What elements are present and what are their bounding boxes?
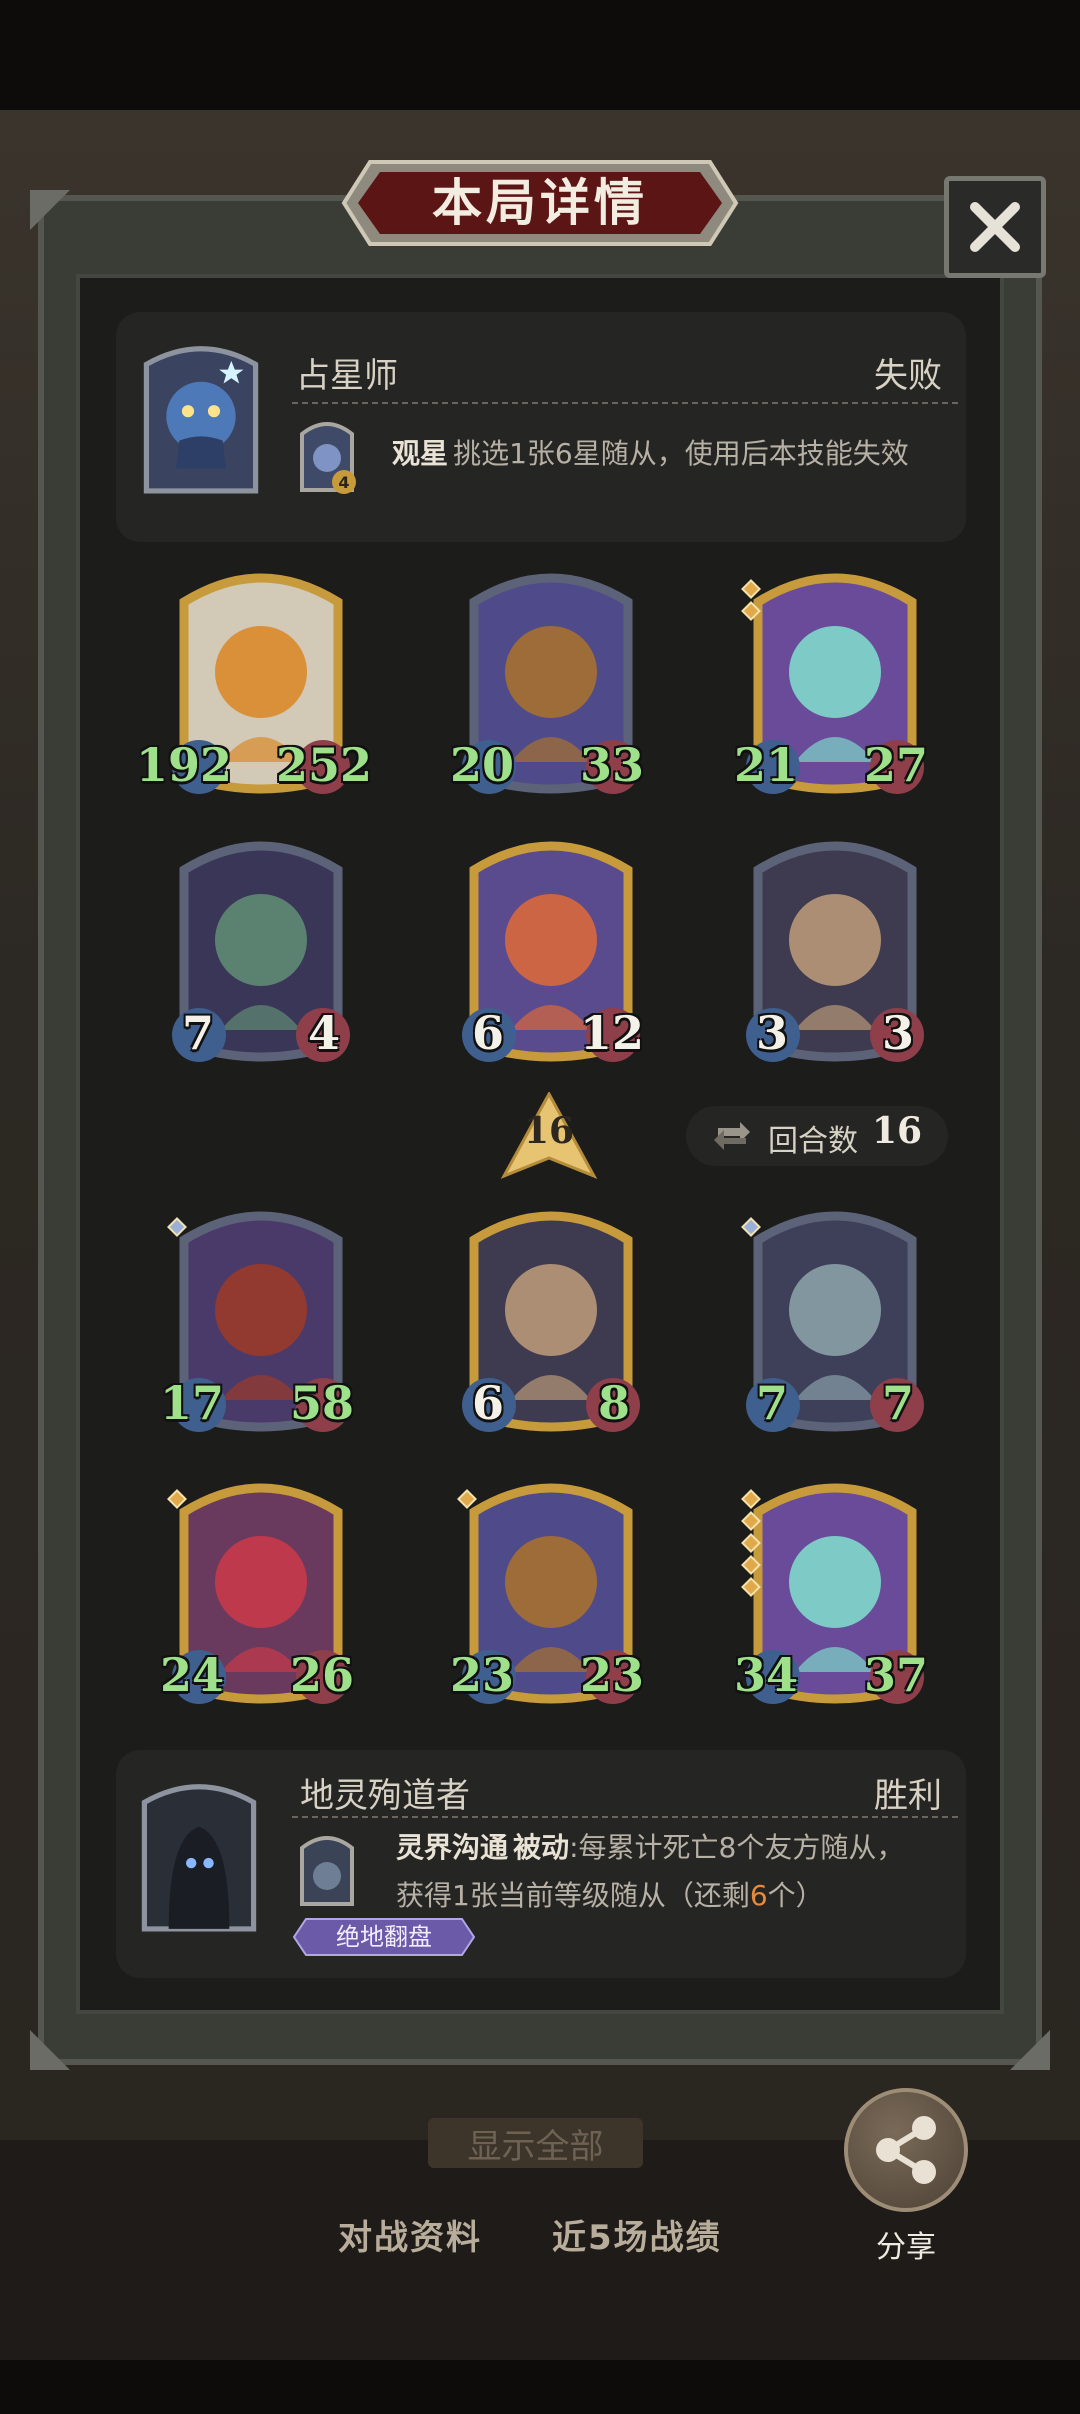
health-value: 58 <box>290 1376 355 1430</box>
round-icon <box>714 1122 750 1150</box>
attack-value: 17 <box>160 1376 225 1430</box>
minion-card-rocket-scrap[interactable]: 68 <box>456 1200 646 1440</box>
top-bar <box>0 0 1080 110</box>
minion-card-rocket-scrap[interactable]: 33 <box>740 830 930 1070</box>
share-icon <box>876 2116 936 2184</box>
minion-card-pumpkin-mummy[interactable]: 192 252 <box>136 562 372 802</box>
comeback-badge: 绝地翻盘 <box>336 1923 432 1951</box>
attack-value: 7 <box>182 1006 215 1060</box>
attack-value: 20 <box>450 738 515 792</box>
modal-title: 本局详情 <box>432 174 648 232</box>
health-value: 33 <box>580 738 645 792</box>
minion-card-horned-elf[interactable]: 74 <box>166 830 356 1070</box>
skill-icon[interactable] <box>296 1828 358 1910</box>
opponent-result: 失败 <box>874 356 942 396</box>
minion-card-hooded-assassin[interactable]: 17 58 <box>160 1200 356 1440</box>
title-banner: 本局详情 <box>340 158 740 248</box>
winner-avatar[interactable] <box>134 1772 264 1942</box>
minion-card-singing-siren[interactable]: 6 12 <box>456 830 646 1070</box>
health-value: 26 <box>290 1648 355 1702</box>
divider <box>292 1816 958 1818</box>
attack-value: 24 <box>160 1648 225 1702</box>
round-label: 回合数 <box>768 1124 858 1159</box>
skill-desc-text: 个） <box>767 1879 824 1912</box>
health-value: 23 <box>580 1648 645 1702</box>
attack-value: 23 <box>450 1648 515 1702</box>
health-value: 4 <box>308 1006 341 1060</box>
health-value: 37 <box>864 1648 929 1702</box>
minion-card-spirit-ogre[interactable]: 21 27 <box>734 562 930 802</box>
health-value: 8 <box>598 1376 631 1430</box>
winner-result: 胜利 <box>874 1776 942 1816</box>
minion-card-pumpkin-knight[interactable]: 20 33 <box>450 562 646 802</box>
attack-value: 6 <box>472 1006 505 1060</box>
health-value: 7 <box>882 1376 915 1430</box>
skill-icon[interactable]: 4 <box>296 414 358 496</box>
attack-value: 3 <box>756 1006 789 1060</box>
skill-desc-text: 挑选1张6星随从，使用后本技能失效 <box>453 437 909 470</box>
close-button[interactable] <box>944 176 1046 278</box>
skill-description: 观星 挑选1张6星随从，使用后本技能失效 <box>392 432 952 480</box>
passive-label: 被动 <box>513 1831 570 1864</box>
health-value: 12 <box>580 1006 645 1060</box>
minion-card-robot-skull[interactable]: 77 <box>740 1200 930 1440</box>
remaining-count: 6 <box>749 1879 768 1912</box>
minion-card-spirit-ogre[interactable]: 34 37 <box>734 1472 930 1712</box>
turn-marker-number: 16 <box>523 1110 575 1152</box>
round-value: 16 <box>872 1110 923 1152</box>
opponent-name: 占星师 <box>296 356 398 396</box>
share-label: 分享 <box>876 2230 936 2265</box>
winner-name: 地灵殉道者 <box>300 1776 470 1816</box>
opponent-avatar[interactable] <box>136 334 266 504</box>
show-all-button[interactable]: 显示全部 <box>428 2118 643 2168</box>
skill-description: 灵界沟通 被动:每累计死亡8个友方随从， 获得1张当前等级随从（还剩6个） <box>396 1826 956 1922</box>
skill-name: 灵界沟通 <box>396 1831 509 1864</box>
attack-value: 192 <box>136 738 233 792</box>
bottom-strip <box>0 2360 1080 2414</box>
attack-value: 21 <box>734 738 799 792</box>
divider <box>292 402 958 404</box>
minion-card-jester-clown[interactable]: 24 26 <box>160 1472 356 1712</box>
hero-level: 4 <box>338 473 349 492</box>
skill-name: 观星 <box>392 437 449 470</box>
skill-desc-text: 获得1张当前等级随从（还剩 <box>396 1879 750 1912</box>
attack-value: 34 <box>734 1648 799 1702</box>
attack-value: 7 <box>756 1376 789 1430</box>
attack-value: 6 <box>472 1376 505 1430</box>
tab-battle-info[interactable]: 对战资料 <box>338 2210 482 2259</box>
close-icon <box>970 202 1020 252</box>
health-value: 252 <box>276 738 373 792</box>
health-value: 27 <box>864 738 929 792</box>
skill-desc-text: :每累计死亡8个友方随从， <box>569 1831 905 1864</box>
tab-recent-records[interactable]: 近5场战绩 <box>552 2210 722 2259</box>
minion-card-pumpkin-knight[interactable]: 23 23 <box>450 1472 646 1712</box>
share-button[interactable] <box>844 2088 968 2212</box>
health-value: 3 <box>882 1006 915 1060</box>
